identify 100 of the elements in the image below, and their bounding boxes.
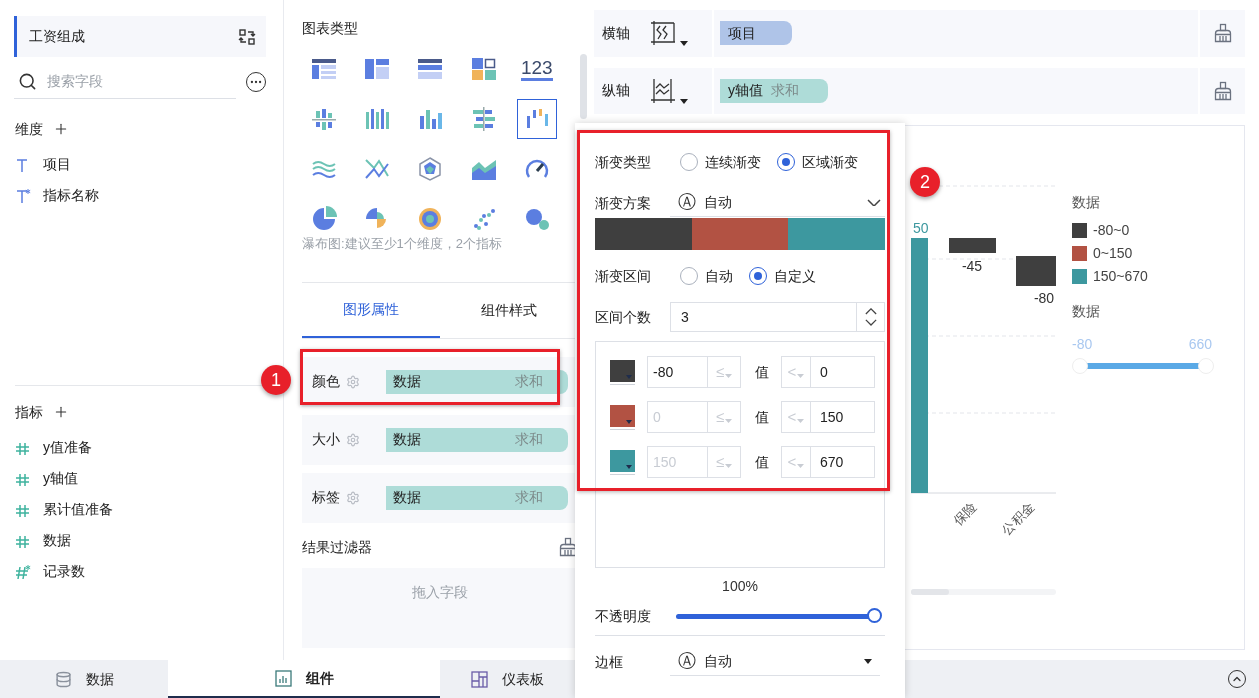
range-handle[interactable] [1072, 358, 1088, 374]
radio-option[interactable]: 自动 [680, 265, 733, 287]
value-axis-icon [650, 77, 676, 104]
field-item[interactable]: 项目 [0, 149, 283, 180]
section-title: 维度 [15, 119, 43, 139]
radio-option[interactable]: 自定义 [749, 265, 816, 287]
brush-icon[interactable] [1212, 23, 1233, 44]
database-icon [54, 670, 72, 688]
field-item[interactable]: y值准备 [0, 432, 283, 463]
value-label: 值 [755, 362, 770, 382]
opacity-reading: 100% [722, 577, 758, 596]
axis-label-cell: 横轴 [594, 10, 712, 57]
bar-chart-icon [274, 669, 292, 687]
chart-type-option[interactable] [516, 99, 557, 139]
property-tab[interactable]: 图形属性 [302, 282, 440, 338]
decrement-icon[interactable] [864, 319, 877, 326]
range-handle[interactable] [1198, 358, 1214, 374]
sunburst-chart-icon [417, 206, 444, 232]
panel-title: 图表类型 [302, 19, 359, 38]
axis-field-area[interactable]: y轴值 求和 [714, 67, 1198, 114]
bar-value-label: 50 [913, 220, 929, 236]
axis-type-selector[interactable] [650, 77, 688, 104]
value-label: 值 [755, 452, 770, 472]
bottom-tab[interactable]: 组件 [168, 660, 440, 698]
pivot-chart-icon [364, 56, 391, 82]
field-chip[interactable]: y轴值 求和 [720, 78, 828, 103]
bottom-tab[interactable]: 仪表板 [440, 660, 575, 698]
scheme-dropdown[interactable]: Ⓐ 自动 [670, 189, 885, 217]
field-label: 边框 [595, 652, 624, 672]
range-slider[interactable] [1072, 357, 1214, 375]
step-badge: 1 [261, 365, 291, 395]
field-item[interactable]: 数据 [0, 525, 283, 556]
auto-icon: Ⓐ [678, 648, 696, 675]
property-row[interactable]: 标签 数据 求和 [302, 472, 578, 523]
legend-title: 数据 [1072, 193, 1101, 212]
field-item[interactable]: 指标名称 [0, 180, 283, 211]
category-axis-icon [650, 20, 676, 47]
swap-icon[interactable] [238, 27, 256, 46]
bottom-tab[interactable]: 数据 [0, 660, 168, 698]
range-min-label: -80 [1072, 335, 1093, 354]
caret-icon [797, 374, 805, 378]
caret-icon [725, 419, 733, 423]
property-row[interactable]: 大小 数据 求和 [302, 414, 578, 465]
increment-icon[interactable] [864, 308, 877, 315]
caret-icon [680, 41, 688, 47]
axis-type-selector[interactable] [650, 20, 688, 47]
field-item[interactable]: 记录数 [0, 556, 283, 587]
filter-title: 结果过滤器 [302, 537, 372, 557]
caret-icon [864, 659, 872, 664]
tiles-chart-icon [470, 56, 497, 82]
chevron-down-icon[interactable] [867, 198, 881, 207]
field-item[interactable]: 累计值准备 [0, 494, 283, 525]
radio-option[interactable]: 连续渐变 [680, 151, 761, 173]
chart-hint: 瀑布图:建议至少1个维度，2个指标 [302, 235, 504, 253]
field-chip[interactable]: 数据 求和 [386, 485, 568, 510]
caret-icon [797, 419, 805, 423]
field-item[interactable]: y轴值 [0, 463, 283, 494]
detail-chart-icon [417, 56, 444, 82]
add-icon[interactable] [53, 404, 69, 420]
field-label: 渐变方案 [595, 193, 652, 213]
field-chip[interactable]: 数据 求和 [386, 369, 568, 394]
section-title: 指标 [15, 402, 43, 422]
radio-option[interactable]: 区域渐变 [777, 151, 858, 173]
search-icon [18, 72, 37, 91]
chart-type-option[interactable]: 123 [516, 49, 557, 89]
bar-value-label: -45 [961, 258, 983, 274]
caret-icon [626, 374, 632, 379]
caret-icon [797, 464, 805, 468]
axis-field-area[interactable]: 项目 [714, 10, 1198, 57]
caret-icon [725, 464, 733, 468]
hbar-chart-icon [470, 106, 497, 132]
slider-thumb[interactable] [867, 608, 882, 623]
axis-label: 公积金 [998, 499, 1038, 538]
brush-icon[interactable] [1212, 80, 1233, 101]
color-picker[interactable] [610, 359, 635, 385]
axis-label: 保险 [950, 499, 980, 529]
property-tab[interactable]: 组件样式 [440, 282, 578, 338]
field-label: 渐变区间 [595, 266, 652, 286]
bubble-chart-icon [523, 206, 550, 232]
add-icon[interactable] [53, 121, 69, 137]
value-label: 值 [755, 407, 770, 427]
search-field[interactable]: 搜索字段 [47, 71, 236, 92]
pie-chart-icon [311, 206, 337, 232]
scrollbar [580, 54, 587, 119]
count-spinner[interactable]: 3 [670, 302, 885, 332]
field-chip[interactable]: 数据 求和 [386, 427, 568, 452]
dataset-header[interactable]: 工资组成 [14, 16, 266, 57]
field-chip[interactable]: 项目 [720, 21, 792, 46]
field-label: 不透明度 [595, 606, 652, 626]
range-from-field[interactable]: -80 [647, 356, 708, 388]
caret-icon [725, 374, 733, 378]
legend-label: 150~670 [1093, 267, 1148, 286]
dashboard-icon [471, 670, 488, 688]
border-dropdown[interactable]: Ⓐ 自动 [670, 648, 880, 676]
legend-label: -80~0 [1093, 221, 1130, 240]
range-to-field[interactable]: 0 [811, 356, 875, 388]
groupbar-chart-icon [364, 106, 391, 132]
opacity-slider[interactable] [676, 608, 882, 624]
property-row[interactable]: 颜色 数据 求和 [302, 356, 578, 407]
brush-icon[interactable] [558, 537, 578, 557]
